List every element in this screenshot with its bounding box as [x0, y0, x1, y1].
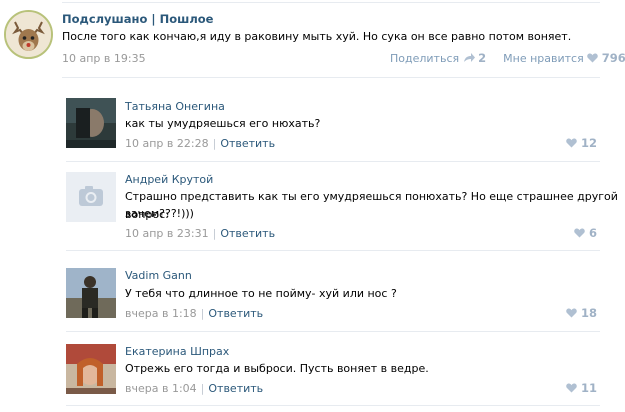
comment-avatar-1[interactable] — [66, 98, 116, 148]
heart-icon — [566, 383, 578, 393]
comment-text: Отрежь его тогда и выброси. Пусть воняет… — [125, 362, 429, 375]
comment-meta: вчера в 1:04 | Ответить — [125, 382, 263, 395]
reply-button[interactable]: Ответить — [220, 137, 275, 150]
comment-avatar-2[interactable] — [66, 172, 116, 222]
deer-avatar-icon — [6, 12, 51, 57]
comment-like-count: 11 — [580, 381, 597, 395]
pipe-separator: | — [212, 137, 217, 150]
reply-button[interactable]: Ответить — [208, 307, 263, 320]
share-label: Поделиться — [390, 52, 460, 65]
comment-like-count: 6 — [588, 226, 597, 240]
post-author[interactable]: Подслушано | Пошлое — [62, 12, 213, 26]
share-button[interactable]: Поделиться 2 — [390, 51, 490, 65]
heart-icon — [587, 53, 598, 63]
comment-divider — [66, 161, 600, 162]
comment-divider — [66, 331, 600, 332]
post-actions: Поделиться 2 Мне нравится 796 — [390, 51, 625, 65]
user-photo — [66, 344, 116, 394]
comment-author[interactable]: Vadim Gann — [125, 269, 192, 282]
comment-meta: 10 апр в 23:31 | Ответить — [125, 227, 275, 240]
comment-date[interactable]: 10 апр в 22:28 — [125, 137, 209, 150]
user-photo — [66, 268, 116, 318]
post-text: После того как кончаю,я иду в раковину м… — [62, 30, 572, 43]
comment-author[interactable]: Екатерина Шпрах — [125, 345, 229, 358]
heart-icon — [574, 228, 586, 238]
share-icon — [463, 53, 475, 62]
comment-date[interactable]: вчера в 1:04 — [125, 382, 197, 395]
reply-button[interactable]: Ответить — [208, 382, 263, 395]
comment-text: У тебя что длинное то не пойму- хуй или … — [125, 287, 397, 300]
like-button[interactable]: Мне нравится 796 — [503, 51, 625, 65]
comment-date[interactable]: вчера в 1:18 — [125, 307, 197, 320]
pipe-separator: | — [200, 307, 205, 320]
comment-meta: 10 апр в 22:28 | Ответить — [125, 137, 275, 150]
top-divider — [62, 2, 600, 3]
comment-like-button[interactable]: 18 — [566, 306, 597, 320]
comment-avatar-3[interactable] — [66, 268, 116, 318]
group-avatar[interactable] — [4, 10, 53, 59]
comment-divider — [66, 250, 600, 251]
share-count: 2 — [478, 51, 487, 65]
like-count: 796 — [601, 51, 625, 65]
comment-like-count: 12 — [580, 136, 597, 150]
comment-text: как ты умудряешься его нюхать? — [125, 117, 321, 130]
like-label: Мне нравится — [503, 52, 584, 65]
heart-icon — [566, 138, 578, 148]
comment-text-continued: зачем???!))) — [125, 207, 194, 220]
comment-date[interactable]: 10 апр в 23:31 — [125, 227, 209, 240]
pipe-separator: | — [212, 227, 217, 240]
camera-placeholder-icon — [66, 172, 116, 222]
comment-meta: вчера в 1:18 | Ответить — [125, 307, 263, 320]
post-divider — [62, 77, 600, 78]
comment-author[interactable]: Андрей Крутой — [125, 173, 213, 186]
comment-like-button[interactable]: 11 — [566, 381, 597, 395]
comment-like-count: 18 — [580, 306, 597, 320]
comment-author[interactable]: Татьяна Онегина — [125, 100, 225, 113]
comment-text: Страшно представить как ты его умудряешь… — [125, 190, 618, 221]
comment-avatar-4[interactable] — [66, 344, 116, 394]
comment-like-button[interactable]: 12 — [566, 136, 597, 150]
post-date[interactable]: 10 апр в 19:35 — [62, 52, 146, 65]
heart-icon — [566, 308, 578, 318]
comment-divider — [66, 405, 600, 406]
user-photo — [66, 98, 116, 148]
comment-like-button[interactable]: 6 — [574, 226, 597, 240]
reply-button[interactable]: Ответить — [220, 227, 275, 240]
pipe-separator: | — [200, 382, 205, 395]
